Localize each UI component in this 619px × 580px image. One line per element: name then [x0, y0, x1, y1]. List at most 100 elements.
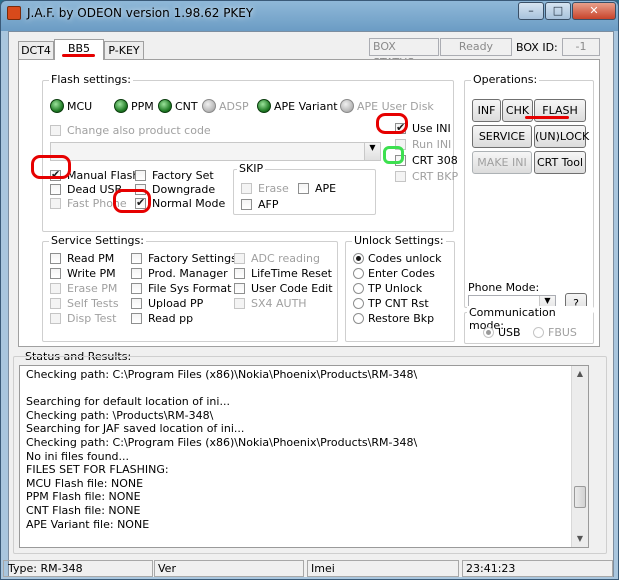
- skip-group: SKIP Erase APE AFP: [233, 162, 376, 215]
- codes-unlock-radio[interactable]: [353, 253, 364, 264]
- crt-308-label[interactable]: CRT 308: [412, 154, 458, 167]
- adc-reading-label: ADC reading: [251, 252, 320, 265]
- ape-variant-label[interactable]: APE Variant: [274, 100, 338, 113]
- normal-mode-label[interactable]: Normal Mode: [152, 197, 225, 210]
- scroll-thumb[interactable]: [574, 486, 586, 508]
- factory-set-label[interactable]: Factory Set: [152, 169, 214, 182]
- sx4-auth-label: SX4 AUTH: [251, 297, 307, 310]
- usb-radio[interactable]: [483, 327, 494, 338]
- skip-afp-label[interactable]: AFP: [258, 198, 279, 211]
- write-pm-checkbox[interactable]: [50, 268, 61, 279]
- tab-dct4[interactable]: DCT4: [18, 41, 54, 59]
- status-log[interactable]: Checking path: C:\Program Files (x86)\No…: [19, 365, 589, 548]
- unlock-settings-group: Unlock Settings: Codes unlock Enter Code…: [345, 234, 455, 342]
- cnt-label[interactable]: CNT: [175, 100, 198, 113]
- communication-mode-group: Communication mode: USB FBUS: [464, 306, 594, 344]
- write-pm-label[interactable]: Write PM: [67, 267, 116, 280]
- fbus-label[interactable]: FBUS: [548, 326, 577, 339]
- skip-afp-checkbox[interactable]: [241, 199, 252, 210]
- crt-tool-button[interactable]: CRT Tool: [534, 151, 586, 174]
- log-scrollbar[interactable]: ▲ ▼: [571, 366, 588, 547]
- title-bar[interactable]: J.A.F. by ODEON version 1.98.62 PKEY – □…: [1, 1, 618, 27]
- ape-variant-led-icon[interactable]: [257, 99, 271, 113]
- cnt-led-icon[interactable]: [158, 99, 172, 113]
- upload-pp-checkbox[interactable]: [131, 298, 142, 309]
- service-settings-title: Service Settings:: [49, 234, 146, 247]
- user-code-edit-checkbox[interactable]: [234, 283, 245, 294]
- close-button[interactable]: ✕: [572, 2, 616, 20]
- run-ini-label: Run INI: [412, 138, 452, 151]
- product-code-combo: ▼: [50, 142, 381, 161]
- mcu-led-icon[interactable]: [50, 99, 64, 113]
- factory-settings-checkbox[interactable]: [131, 253, 142, 264]
- ppm-led-icon[interactable]: [114, 99, 128, 113]
- ppm-label[interactable]: PPM: [131, 100, 154, 113]
- dead-usb-checkbox[interactable]: [50, 184, 61, 195]
- service-button[interactable]: SERVICE: [472, 125, 532, 148]
- log-line: CNT Flash file: NONE: [26, 503, 141, 517]
- mcu-label[interactable]: MCU: [67, 100, 92, 113]
- restore-bkp-radio[interactable]: [353, 313, 364, 324]
- file-sys-format-checkbox[interactable]: [131, 283, 142, 294]
- prod-manager-label[interactable]: Prod. Manager: [148, 267, 228, 280]
- scroll-down-icon[interactable]: ▼: [572, 531, 588, 547]
- upload-pp-label[interactable]: Upload PP: [148, 297, 203, 310]
- box-id-label: BOX ID:: [516, 41, 558, 54]
- erase-pm-checkbox: [50, 283, 61, 294]
- skip-erase-checkbox: [241, 183, 252, 194]
- downgrade-label[interactable]: Downgrade: [152, 183, 215, 196]
- status-type: Type: RM-348: [3, 560, 153, 577]
- chevron-down-icon: ▼: [364, 143, 380, 160]
- skip-ape-label[interactable]: APE: [315, 182, 336, 195]
- user-code-edit-label[interactable]: User Code Edit: [251, 282, 333, 295]
- manual-flash-label[interactable]: Manual Flash: [67, 169, 139, 182]
- fbus-radio[interactable]: [533, 327, 544, 338]
- minimize-button[interactable]: –: [518, 2, 544, 20]
- change-product-code-checkbox: [50, 125, 61, 136]
- log-line: MCU Flash file: NONE: [26, 476, 144, 490]
- usb-label[interactable]: USB: [498, 326, 521, 339]
- enter-codes-label[interactable]: Enter Codes: [368, 267, 435, 280]
- file-sys-format-label[interactable]: File Sys Format: [148, 282, 231, 295]
- tab-pkey[interactable]: P-KEY: [104, 41, 144, 59]
- unlock-settings-title: Unlock Settings:: [352, 234, 446, 247]
- factory-set-checkbox[interactable]: [135, 170, 146, 181]
- adsp-label: ADSP: [219, 100, 249, 113]
- tp-cnt-rst-label[interactable]: TP CNT Rst: [368, 297, 429, 310]
- box-status-label: BOX STATUS:: [369, 38, 439, 69]
- read-pm-checkbox[interactable]: [50, 253, 61, 264]
- restore-bkp-label[interactable]: Restore Bkp: [368, 312, 434, 325]
- prod-manager-checkbox[interactable]: [131, 268, 142, 279]
- box-id-value: -1: [562, 38, 600, 56]
- log-line: Checking path: \Products\RM-348\: [26, 408, 214, 422]
- read-pp-label[interactable]: Read pp: [148, 312, 193, 325]
- skip-ape-checkbox[interactable]: [298, 183, 309, 194]
- scroll-up-icon[interactable]: ▲: [572, 366, 588, 382]
- self-tests-label: Self Tests: [67, 297, 119, 310]
- client-area: DCT4 BB5 P-KEY BOX STATUS: Ready BOX ID:…: [3, 31, 614, 577]
- inf-button[interactable]: INF: [472, 99, 501, 122]
- lifetime-reset-label[interactable]: LifeTime Reset: [251, 267, 332, 280]
- codes-unlock-label[interactable]: Codes unlock: [368, 252, 442, 265]
- unlock-button[interactable]: (UN)LOCK: [534, 125, 589, 148]
- lifetime-reset-checkbox[interactable]: [234, 268, 245, 279]
- maximize-button[interactable]: □: [545, 2, 571, 20]
- ape-user-disk-label: APE User Disk: [357, 100, 434, 113]
- tp-unlock-label[interactable]: TP Unlock: [368, 282, 422, 295]
- factory-settings-label[interactable]: Factory Settings: [148, 252, 237, 265]
- log-line: APE Variant file: NONE: [26, 517, 150, 531]
- log-lines: Checking path: C:\Program Files (x86)\No…: [26, 368, 417, 531]
- use-ini-label[interactable]: Use INI: [412, 122, 451, 135]
- crt-bkp-label: CRT BKP: [412, 170, 459, 183]
- read-pp-checkbox[interactable]: [131, 313, 142, 324]
- annotation-circle-use-ini: [376, 113, 408, 134]
- erase-pm-label: Erase PM: [67, 282, 118, 295]
- adsp-led-icon: [202, 99, 216, 113]
- tp-cnt-rst-radio[interactable]: [353, 298, 364, 309]
- log-line: Checking path: C:\Program Files (x86)\No…: [26, 368, 418, 381]
- tp-unlock-radio[interactable]: [353, 283, 364, 294]
- enter-codes-radio[interactable]: [353, 268, 364, 279]
- log-line: Searching for JAF saved location of ini.…: [26, 422, 245, 436]
- read-pm-label[interactable]: Read PM: [67, 252, 114, 265]
